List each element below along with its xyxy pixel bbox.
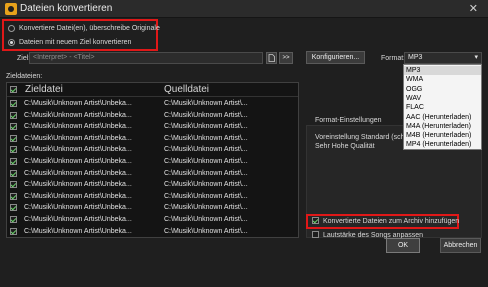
format-option[interactable]: M4B (Herunterladen) [404, 131, 481, 140]
table-row[interactable]: C:\Musik\Unknown Artist\Unbeka... C:\Musi… [7, 134, 298, 144]
app-icon [5, 3, 17, 15]
target-file-cell: C:\Musik\Unknown Artist\Unbeka... [24, 227, 132, 235]
radio-overwrite-label: Konvertiere Datei(en), überschreibe Orig… [19, 24, 160, 32]
row-checkbox[interactable] [10, 100, 17, 107]
row-checkbox[interactable] [10, 169, 17, 177]
preset-text-line2: Sehr Hohe Qualität [315, 143, 375, 150]
table-row[interactable]: C:\Musik\Unknown Artist\Unbeka... C:\Musi… [7, 192, 298, 202]
source-file-cell: C:\Musik\Unknown Artist\... [164, 100, 248, 107]
column-source-file[interactable]: Quelldatei [164, 83, 209, 97]
column-target-file[interactable]: Zieldatei [25, 83, 63, 97]
source-file-cell: C:\Musik\Unknown Artist\... [164, 169, 248, 177]
row-checkbox[interactable] [10, 181, 17, 189]
source-file-cell: C:\Musik\Unknown Artist\... [164, 158, 248, 165]
table-row[interactable]: C:\Musik\Unknown Artist\Unbeka... C:\Musi… [7, 111, 298, 121]
preset-text-line1: Voreinstellung Standard (schr [315, 134, 407, 141]
row-checkbox[interactable] [10, 216, 17, 223]
table-row[interactable]: C:\Musik\Unknown Artist\Unbeka... C:\Musi… [7, 227, 298, 237]
format-option[interactable]: AAC (Herunterladen) [404, 113, 481, 122]
add-to-library-label: Konvertierte Dateien zum Archiv hinzufüg… [323, 218, 460, 225]
radio-overwrite[interactable]: Konvertiere Datei(en), überschreibe Orig… [8, 23, 160, 33]
insert-tag-button[interactable]: >> [279, 52, 293, 64]
file-list-header: Zieldatei Quelldatei [7, 83, 298, 97]
target-file-cell: C:\Musik\Unknown Artist\Unbeka... [24, 146, 132, 154]
source-file-cell: C:\Musik\Unknown Artist\... [164, 123, 248, 131]
source-file-cell: C:\Musik\Unknown Artist\... [164, 227, 248, 235]
radio-overwrite-indicator[interactable] [8, 24, 15, 32]
row-checkbox[interactable] [10, 134, 17, 142]
radio-new-destination[interactable]: Dateien mit neuem Ziel konvertieren [8, 37, 131, 47]
format-settings-label: Format-Einstellungen [315, 117, 382, 124]
format-dropdown-list[interactable]: MP3 WMA OGG WAV FLAC AAC (Herunterladen) M4A (… [403, 64, 482, 150]
source-file-cell: C:\Musik\Unknown Artist\... [164, 134, 248, 142]
row-checkbox[interactable] [10, 158, 17, 165]
radio-new-destination-label: Dateien mit neuem Ziel konvertieren [19, 38, 132, 46]
source-file-cell: C:\Musik\Unknown Artist\... [164, 204, 248, 212]
select-all-checkbox[interactable] [10, 86, 17, 93]
source-file-cell: C:\Musik\Unknown Artist\... [164, 181, 248, 189]
configure-button[interactable]: Konfigurieren... [306, 51, 365, 64]
format-option[interactable]: MP3 [404, 66, 481, 75]
target-file-cell: C:\Musik\Unknown Artist\Unbeka... [24, 100, 132, 107]
target-file-cell: C:\Musik\Unknown Artist\Unbeka... [24, 134, 132, 142]
document-icon [268, 54, 275, 62]
target-file-cell: C:\Musik\Unknown Artist\Unbeka... [24, 111, 132, 119]
row-checkbox[interactable] [10, 111, 17, 119]
ok-button[interactable]: OK [386, 238, 420, 253]
format-select-value: MP3 [408, 54, 423, 61]
target-file-cell: C:\Musik\Unknown Artist\Unbeka... [24, 181, 132, 189]
close-icon[interactable]: ✕ [469, 2, 478, 15]
row-checkbox[interactable] [10, 192, 17, 200]
format-label: Format: [381, 55, 406, 62]
row-checkbox[interactable] [10, 146, 17, 154]
row-checkbox[interactable] [10, 204, 17, 212]
file-list[interactable]: Zieldatei Quelldatei C:\Musik\Unknown Ar… [6, 82, 299, 238]
title-bar: Dateien konvertieren ✕ [0, 0, 488, 18]
row-checkbox[interactable] [10, 123, 17, 131]
format-option[interactable]: MP4 (Herunterladen) [404, 140, 481, 149]
table-row[interactable]: C:\Musik\Unknown Artist\Unbeka... C:\Musi… [7, 180, 298, 190]
table-row[interactable]: C:\Musik\Unknown Artist\Unbeka... C:\Musi… [7, 169, 298, 179]
format-option[interactable]: WAV [404, 94, 481, 103]
target-file-cell: C:\Musik\Unknown Artist\Unbeka... [24, 216, 132, 223]
format-option[interactable]: OGG [404, 85, 481, 94]
table-row[interactable]: C:\Musik\Unknown Artist\Unbeka... C:\Musi… [7, 157, 298, 167]
table-row[interactable]: C:\Musik\Unknown Artist\Unbeka... C:\Musi… [7, 145, 298, 155]
format-option[interactable]: WMA [404, 75, 481, 84]
radio-new-destination-indicator[interactable] [8, 38, 15, 46]
format-select[interactable]: MP3 ▾ [404, 52, 482, 64]
source-file-cell: C:\Musik\Unknown Artist\... [164, 192, 248, 200]
table-row[interactable]: C:\Musik\Unknown Artist\Unbeka... C:\Musi… [7, 99, 298, 109]
target-file-cell: C:\Musik\Unknown Artist\Unbeka... [24, 123, 132, 131]
target-file-cell: C:\Musik\Unknown Artist\Unbeka... [24, 192, 132, 200]
add-to-library-checkbox[interactable] [312, 217, 320, 225]
target-file-cell: C:\Musik\Unknown Artist\Unbeka... [24, 204, 132, 212]
chevron-down-icon: ▾ [474, 54, 478, 61]
row-checkbox[interactable] [10, 227, 17, 235]
source-file-cell: C:\Musik\Unknown Artist\... [164, 146, 248, 154]
target-file-cell: C:\Musik\Unknown Artist\Unbeka... [24, 169, 132, 177]
format-option[interactable]: M4A (Herunterladen) [404, 122, 481, 131]
window-title: Dateien konvertieren [20, 3, 113, 14]
table-row[interactable]: C:\Musik\Unknown Artist\Unbeka... C:\Musi… [7, 215, 298, 225]
file-browse-button[interactable] [266, 52, 277, 64]
destination-input[interactable]: <Interpret> - <Titel> [29, 52, 263, 64]
source-file-cell: C:\Musik\Unknown Artist\... [164, 216, 248, 223]
target-file-cell: C:\Musik\Unknown Artist\Unbeka... [24, 158, 132, 165]
cancel-button[interactable]: Abbrechen [440, 238, 481, 253]
table-row[interactable]: C:\Musik\Unknown Artist\Unbeka... C:\Musi… [7, 122, 298, 132]
format-option[interactable]: FLAC [404, 103, 481, 112]
source-file-cell: C:\Musik\Unknown Artist\... [164, 111, 248, 119]
target-files-label: Zieldateien: [6, 73, 43, 80]
adjust-volume-checkbox[interactable] [312, 231, 320, 239]
table-row[interactable]: C:\Musik\Unknown Artist\Unbeka... C:\Musi… [7, 203, 298, 213]
